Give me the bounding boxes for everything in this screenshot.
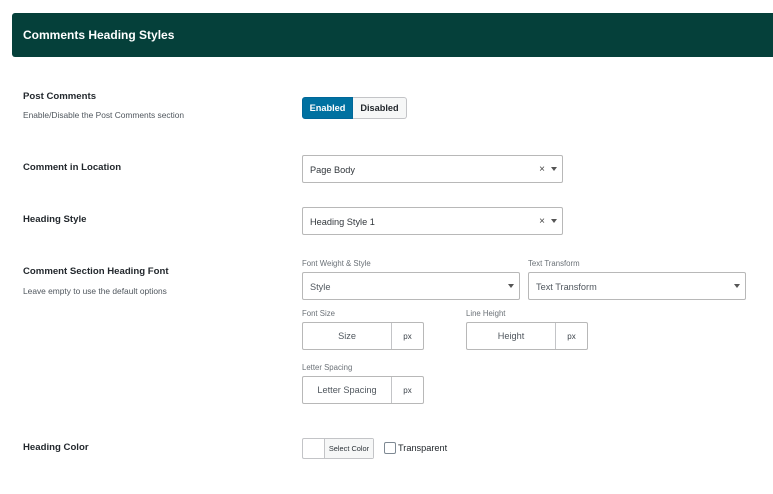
color-picker[interactable]: Select Color xyxy=(302,438,374,459)
letter-spacing-placeholder[interactable]: Letter Spacing xyxy=(303,377,391,403)
comment-location-value: Page Body xyxy=(310,165,355,175)
font-weight-placeholder: Style xyxy=(310,282,331,292)
font-size-input[interactable]: Size px xyxy=(302,322,424,350)
select-color-button[interactable]: Select Color xyxy=(325,439,373,458)
post-comments-label: Post Comments xyxy=(23,91,97,102)
text-transform-placeholder: Text Transform xyxy=(536,282,597,292)
transparent-checkbox[interactable] xyxy=(384,442,396,454)
line-height-input[interactable]: Height px xyxy=(466,322,588,350)
line-height-label: Line Height xyxy=(466,309,506,318)
section-header: Comments Heading Styles xyxy=(12,13,773,57)
font-weight-select[interactable]: Style xyxy=(302,272,520,300)
text-transform-label: Text Transform xyxy=(528,259,580,268)
post-comments-toggle: Enabled Disabled xyxy=(302,97,407,119)
letter-spacing-label: Letter Spacing xyxy=(302,363,353,372)
heading-style-value: Heading Style 1 xyxy=(310,217,375,227)
enabled-button[interactable]: Enabled xyxy=(302,97,353,119)
font-size-label: Font Size xyxy=(302,309,335,318)
chevron-down-icon[interactable] xyxy=(551,219,557,223)
font-size-placeholder[interactable]: Size xyxy=(303,323,391,349)
clear-icon[interactable]: × xyxy=(539,216,545,227)
font-size-unit: px xyxy=(391,323,423,349)
clear-icon[interactable]: × xyxy=(539,164,545,175)
heading-color-label: Heading Color xyxy=(23,442,89,453)
heading-style-select[interactable]: Heading Style 1 × xyxy=(302,207,563,235)
chevron-down-icon[interactable] xyxy=(551,167,557,171)
comment-location-select[interactable]: Page Body × xyxy=(302,155,563,183)
heading-font-label: Comment Section Heading Font xyxy=(23,266,169,277)
heading-style-label: Heading Style xyxy=(23,214,87,225)
post-comments-description: Enable/Disable the Post Comments section xyxy=(23,110,185,120)
disabled-button[interactable]: Disabled xyxy=(353,97,407,119)
letter-spacing-unit: px xyxy=(391,377,423,403)
line-height-placeholder[interactable]: Height xyxy=(467,323,555,349)
color-swatch[interactable] xyxy=(303,439,325,458)
section-title: Comments Heading Styles xyxy=(23,28,175,42)
heading-font-description: Leave empty to use the default options xyxy=(23,286,167,296)
transparent-label[interactable]: Transparent xyxy=(398,443,447,453)
letter-spacing-input[interactable]: Letter Spacing px xyxy=(302,376,424,404)
chevron-down-icon[interactable] xyxy=(508,284,514,288)
comment-location-label: Comment in Location xyxy=(23,162,122,173)
chevron-down-icon[interactable] xyxy=(734,284,740,288)
text-transform-select[interactable]: Text Transform xyxy=(528,272,746,300)
line-height-unit: px xyxy=(555,323,587,349)
font-weight-label: Font Weight & Style xyxy=(302,259,371,268)
